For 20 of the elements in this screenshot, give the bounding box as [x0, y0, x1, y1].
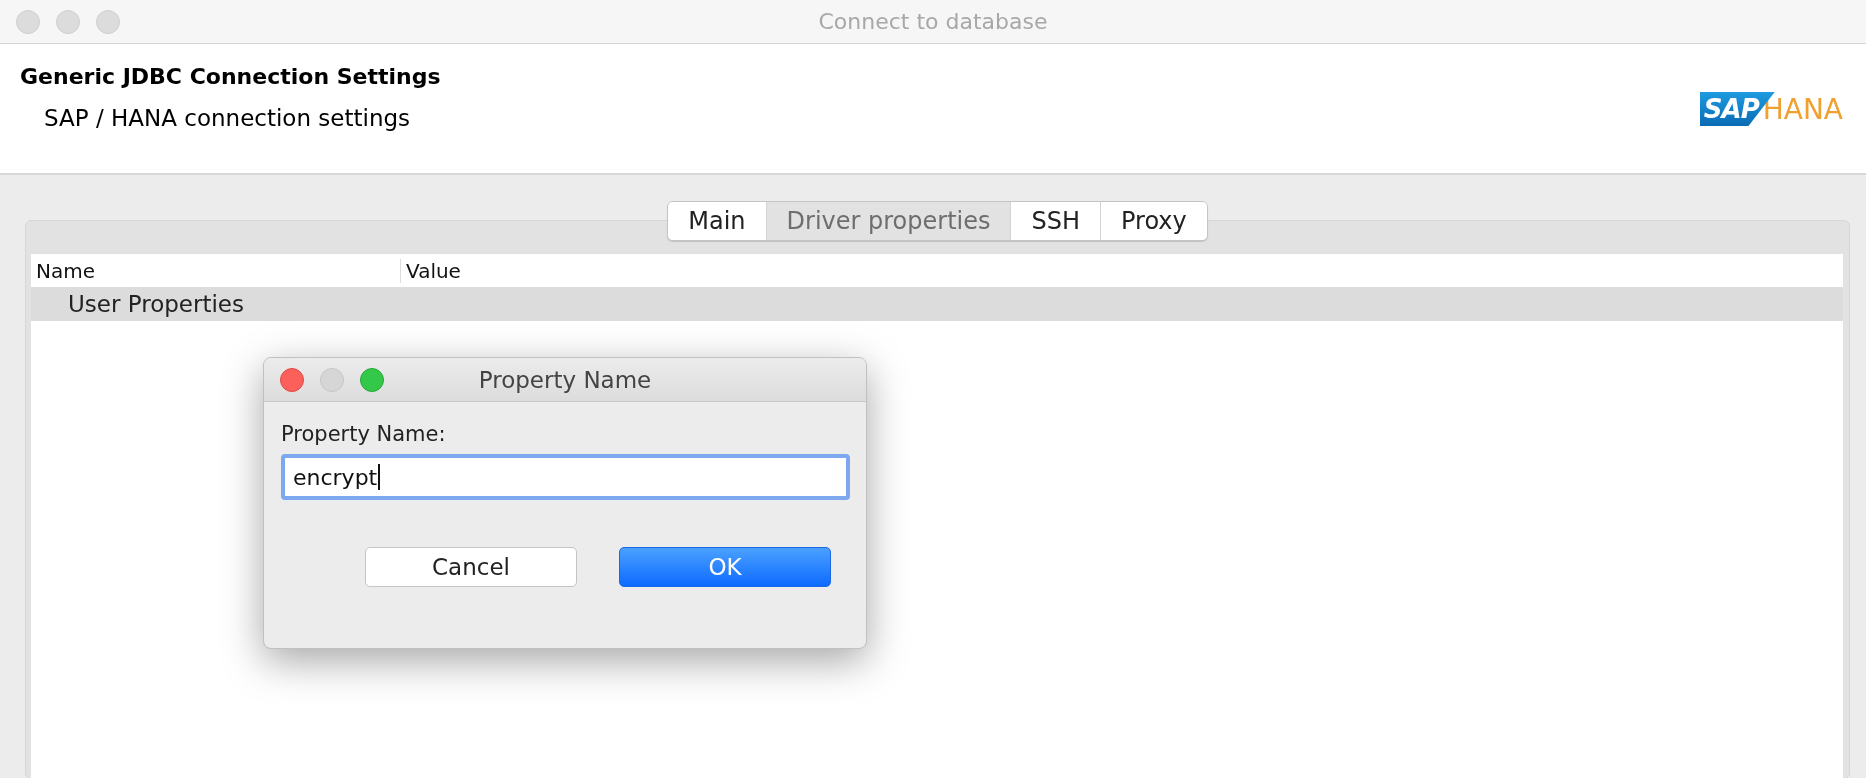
header-subtitle: SAP / HANA connection settings — [43, 105, 412, 131]
column-header: Name — [31, 258, 401, 283]
tab[interactable]: Main — [668, 202, 766, 240]
group-row[interactable]: User Properties — [31, 287, 1843, 321]
window-title: Connect to database — [818, 9, 1048, 34]
tab[interactable]: Driver properties — [765, 202, 1011, 240]
logo-wordmark: HANA — [1762, 92, 1843, 126]
cancel-button[interactable]: Cancel — [365, 547, 577, 587]
zoom-button[interactable] — [360, 367, 384, 392]
field-label: Property Name: — [281, 422, 447, 446]
tab[interactable]: SSH — [1010, 202, 1100, 240]
tab[interactable]: Proxy — [1100, 202, 1207, 240]
minimize-button[interactable] — [320, 367, 344, 392]
dialog-title: Property Name — [478, 366, 652, 393]
header-title: Generic JDBC Connection Settings — [20, 64, 441, 89]
close-button[interactable] — [280, 367, 304, 392]
input-field[interactable]: encrypt — [281, 454, 850, 500]
minimize-button[interactable] — [56, 9, 80, 34]
zoom-button[interactable] — [96, 9, 120, 34]
column-header: Value — [405, 258, 461, 283]
